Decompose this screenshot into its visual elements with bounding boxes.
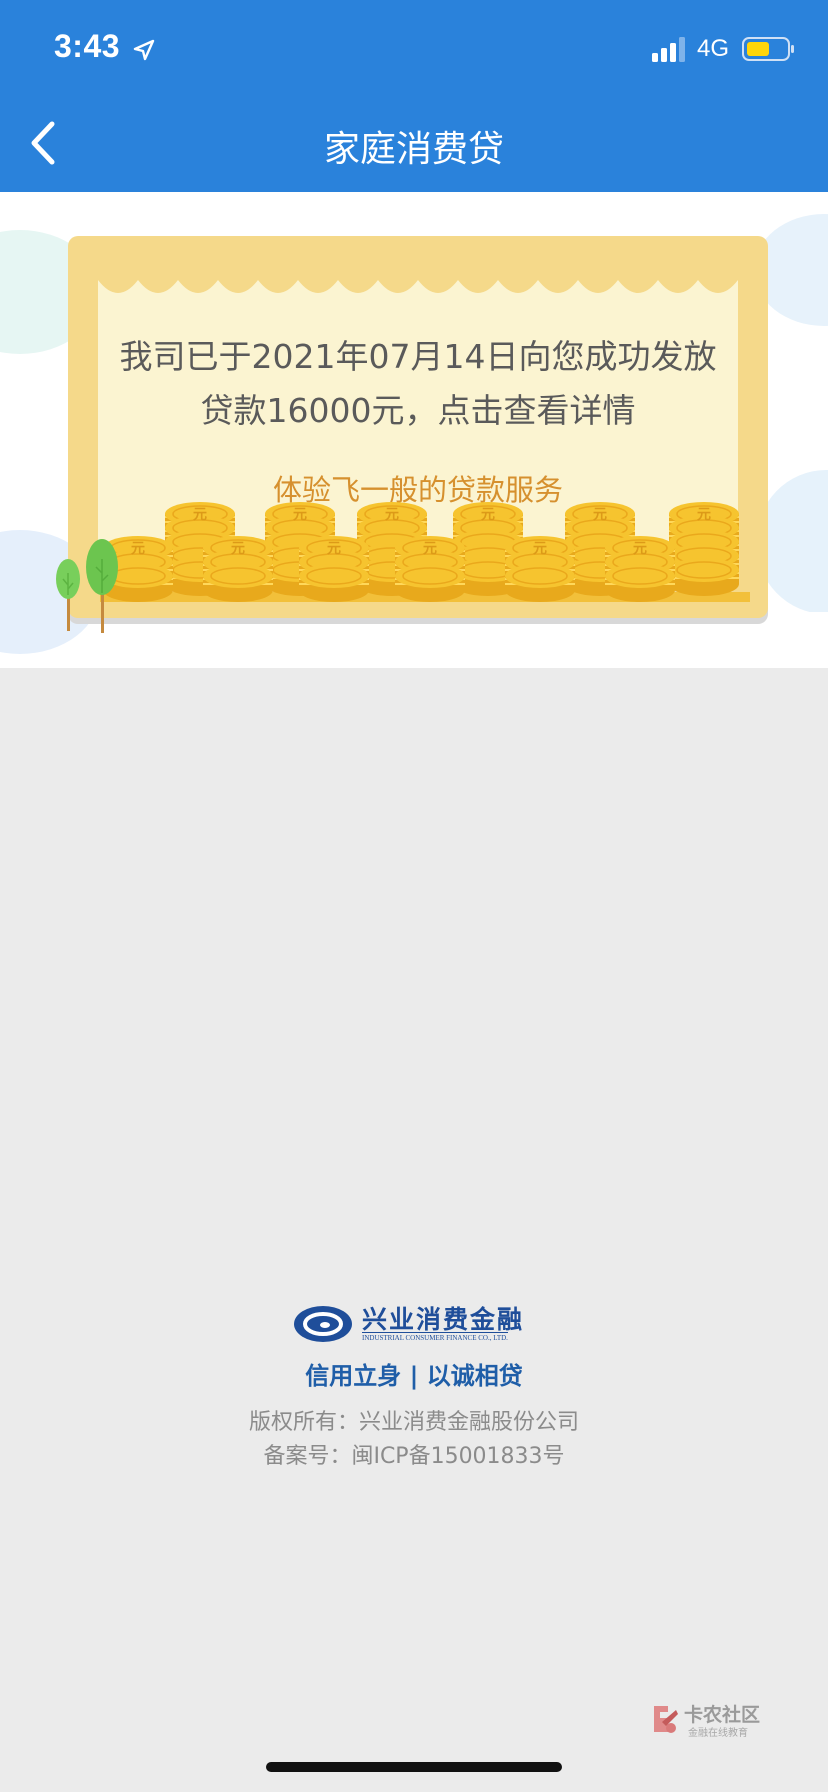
logo-chinese-name: 兴业消费金融 (362, 1305, 525, 1334)
kanong-logo-icon (654, 1706, 678, 1733)
logo-english-name: INDUSTRIAL CONSUMER FINANCE CO., LTD. (362, 1332, 508, 1342)
loan-message-line2: 贷款16000元，点击查看详情 (200, 391, 636, 430)
coin-glyph: 元 (593, 507, 607, 523)
location-arrow-icon (133, 39, 155, 61)
home-indicator[interactable] (266, 1762, 562, 1772)
copyright-text: 版权所有：兴业消费金融股份公司 (248, 1410, 579, 1435)
status-time: 3:43 (54, 28, 121, 64)
signal-bars-icon (652, 37, 685, 62)
app-header: 3:43 4G 家庭消费贷 (0, 0, 828, 192)
coin-glyph: 元 (293, 507, 307, 523)
page-title: 家庭消费贷 (323, 129, 504, 170)
coin-glyph: 元 (385, 507, 399, 523)
tree-decoration (56, 539, 118, 633)
coin-glyph: 元 (533, 541, 547, 557)
coin-stacks-illustration: 元 元 元 元 元 元 元 元 元 元 元 元 (100, 501, 750, 603)
company-logo: 兴业消费金融 INDUSTRIAL CONSUMER FINANCE CO., … (292, 1302, 536, 1348)
watermark: 卡农社区 金融在线教育 (646, 1700, 782, 1740)
coin-glyph: 元 (481, 507, 495, 523)
coin-glyph: 元 (633, 541, 647, 557)
scallop-border (98, 262, 738, 293)
watermark-title: 卡农社区 (684, 1704, 761, 1726)
logo-mark-icon (294, 1306, 352, 1342)
footer-slogan: 信用立身 | 以诚相贷 (305, 1362, 523, 1390)
network-type: 4G (697, 35, 730, 62)
watermark-subtitle: 金融在线教育 (688, 1728, 748, 1739)
coin-glyph: 元 (231, 541, 245, 557)
banner-section: 我司已于2021年07月14日向您成功发放 贷款16000元，点击查看详情 体验… (0, 192, 828, 668)
icp-record-text: 备案号：闽ICP备15001833号 (263, 1444, 565, 1469)
coin-glyph: 元 (131, 541, 145, 557)
battery-icon (742, 37, 794, 61)
coin-glyph: 元 (697, 507, 711, 523)
coin-glyph: 元 (327, 541, 341, 557)
coin-glyph: 元 (423, 541, 437, 557)
loan-message-line1: 我司已于2021年07月14日向您成功发放 (119, 337, 717, 376)
coin-glyph: 元 (193, 507, 207, 523)
